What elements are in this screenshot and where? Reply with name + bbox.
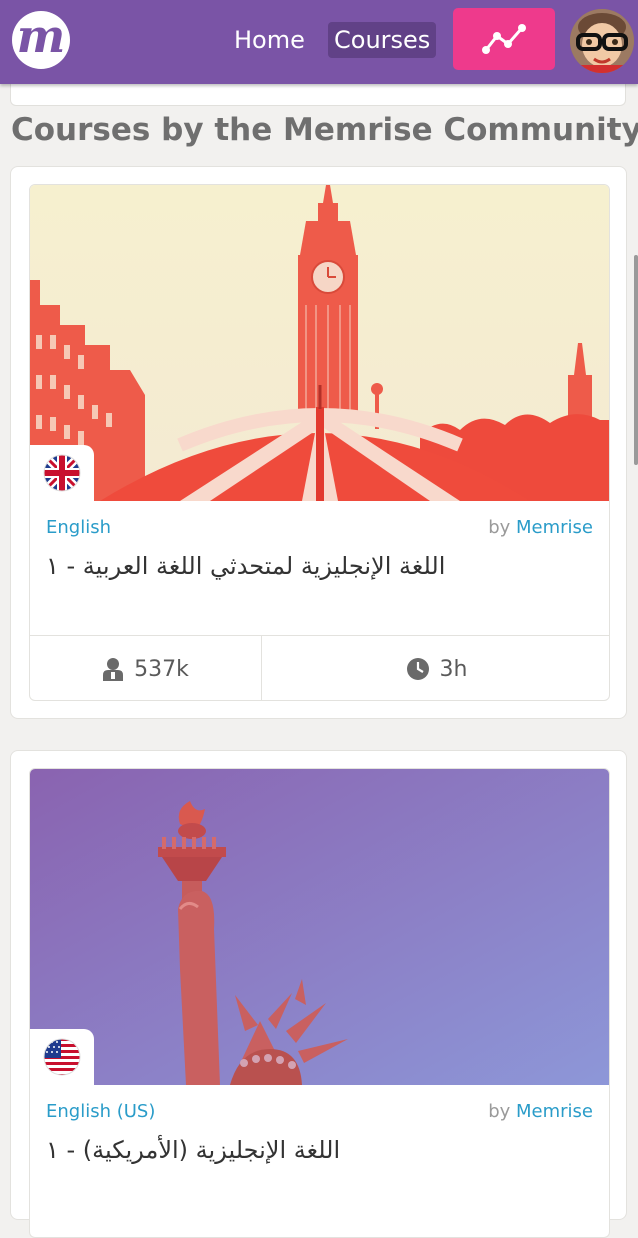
author-link[interactable]: Memrise [516, 1101, 593, 1122]
us-flag-icon [43, 1038, 81, 1076]
course-banner-image [30, 769, 609, 1085]
flag-badge [30, 445, 94, 501]
clock-icon [406, 658, 429, 680]
top-navbar: m Home Courses [0, 0, 638, 84]
duration-stat: 3h [262, 636, 609, 700]
course-banner-image [30, 185, 609, 501]
course-author: by Memrise [488, 1101, 593, 1122]
learners-count: 537k [134, 656, 189, 682]
by-label: by [488, 1101, 511, 1122]
uk-flag-icon [43, 454, 81, 492]
nav-home-link[interactable]: Home [228, 22, 311, 58]
course-card[interactable]: English by Memrise اللغة الإنجليزية لمتح… [29, 184, 610, 701]
nav-courses-tab[interactable]: Courses [328, 22, 437, 58]
course-title[interactable]: اللغة الإنجليزية (الأمريكية) - ١ [46, 1136, 356, 1164]
course-stats: 537k 3h [30, 635, 609, 700]
section-heading: Courses by the Memrise Community [11, 112, 638, 148]
line-chart-icon [482, 24, 526, 54]
course-card-container: English (US) by Memrise اللغة الإنجليزية… [10, 750, 627, 1238]
course-card[interactable]: English (US) by Memrise اللغة الإنجليزية… [29, 768, 610, 1238]
course-language-link[interactable]: English (US) [46, 1101, 155, 1122]
progress-chart-button[interactable] [453, 8, 555, 70]
learner-icon [103, 658, 124, 681]
author-link[interactable]: Memrise [516, 517, 593, 538]
logo-letter: m [16, 9, 66, 63]
by-label: by [488, 517, 511, 538]
duration-value: 3h [439, 656, 468, 682]
course-title[interactable]: اللغة الإنجليزية لمتحدثي اللغة العربية -… [46, 552, 466, 580]
memrise-logo[interactable]: m [12, 11, 70, 69]
flag-badge [30, 1029, 94, 1085]
user-avatar[interactable] [570, 9, 634, 73]
course-card-container: English by Memrise اللغة الإنجليزية لمتح… [10, 166, 627, 719]
avatar-image [570, 9, 634, 73]
course-author: by Memrise [488, 517, 593, 538]
learners-stat: 537k [30, 636, 262, 700]
course-language-link[interactable]: English [46, 517, 111, 538]
scrollbar-thumb[interactable] [634, 255, 638, 465]
